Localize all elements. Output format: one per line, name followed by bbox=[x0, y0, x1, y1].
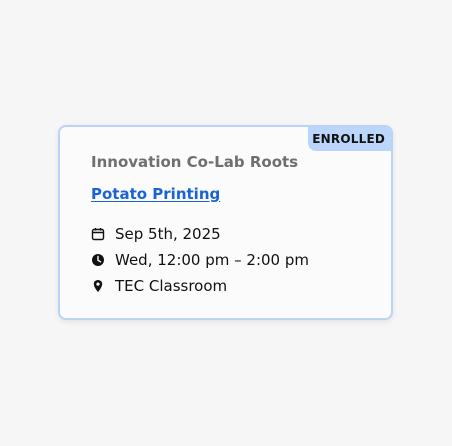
event-card[interactable]: ENROLLED Innovation Co-Lab Roots Potato … bbox=[58, 125, 393, 320]
event-date-row: Sep 5th, 2025 bbox=[91, 224, 221, 244]
clock-icon bbox=[91, 253, 105, 267]
calendar-icon bbox=[91, 227, 105, 241]
event-location-row: TEC Classroom bbox=[91, 276, 227, 296]
enrolled-badge: ENROLLED bbox=[308, 127, 391, 151]
event-time-row: Wed, 12:00 pm – 2:00 pm bbox=[91, 250, 309, 270]
event-date: Sep 5th, 2025 bbox=[115, 225, 221, 243]
event-location: TEC Classroom bbox=[115, 277, 228, 295]
organization-name: Innovation Co-Lab Roots bbox=[91, 153, 299, 171]
map-pin-icon bbox=[91, 279, 105, 293]
event-title-link[interactable]: Potato Printing bbox=[91, 185, 220, 203]
event-time: Wed, 12:00 pm – 2:00 pm bbox=[115, 251, 309, 269]
